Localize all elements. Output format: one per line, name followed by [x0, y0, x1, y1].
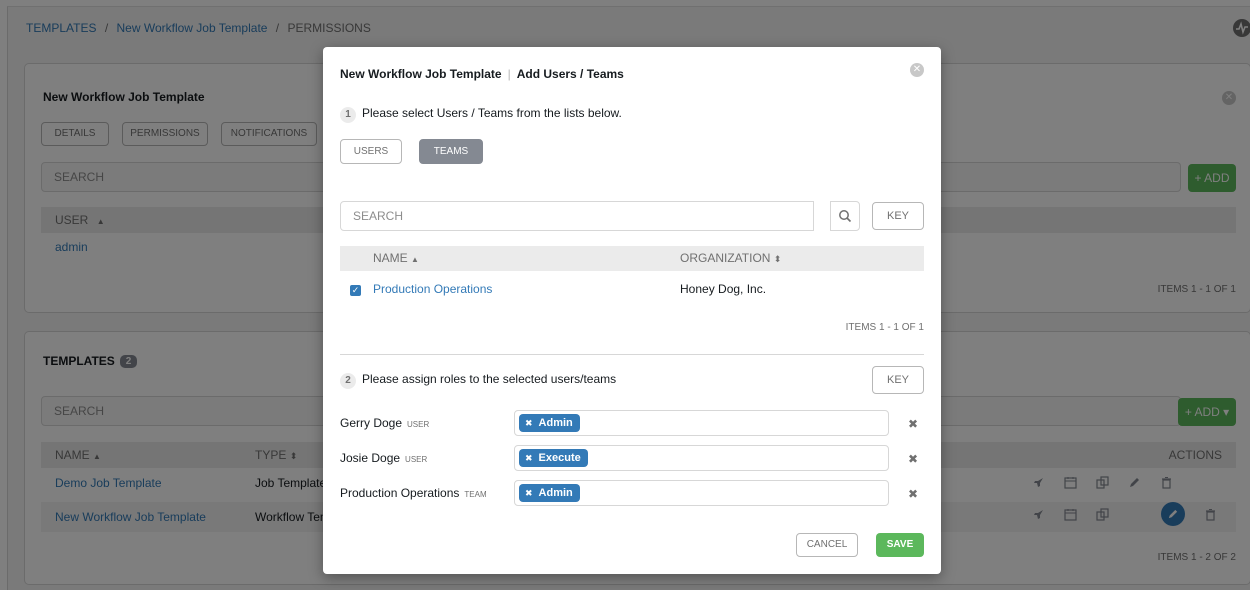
- assignee-type: TEAM: [464, 490, 487, 499]
- tag-remove-icon[interactable]: ✖: [525, 453, 533, 463]
- column-organization[interactable]: ORGANIZATION ⬍: [680, 246, 781, 272]
- tag-remove-icon[interactable]: ✖: [525, 418, 533, 428]
- assignee-label: Josie Doge USER: [340, 451, 427, 465]
- assignee-name: Josie Doge: [340, 451, 401, 465]
- users-toggle[interactable]: USERS: [340, 139, 402, 164]
- search-icon[interactable]: [830, 201, 860, 231]
- column-name[interactable]: NAME ▲: [373, 246, 419, 272]
- close-icon[interactable]: ✕: [910, 63, 924, 77]
- modal-title-sub: Add Users / Teams: [516, 67, 624, 81]
- remove-icon[interactable]: ✖: [908, 417, 918, 431]
- items-count: ITEMS 1 - 1 OF 1: [845, 322, 924, 333]
- role-tag: ✖ Admin: [519, 414, 580, 432]
- key-button[interactable]: KEY: [872, 202, 924, 230]
- assignee-type: USER: [407, 420, 430, 429]
- key-button[interactable]: KEY: [872, 366, 924, 394]
- add-users-teams-modal: New Workflow Job Template | Add Users / Te…: [323, 47, 941, 574]
- divider: [340, 354, 924, 355]
- team-organization: Honey Dog, Inc.: [680, 282, 767, 296]
- role-select[interactable]: ✖ Admin: [514, 480, 889, 506]
- modal-title-main: New Workflow Job Template: [340, 67, 502, 81]
- tag-remove-icon[interactable]: ✖: [525, 488, 533, 498]
- remove-icon[interactable]: ✖: [908, 452, 918, 466]
- save-button[interactable]: SAVE: [876, 533, 924, 557]
- role-select[interactable]: ✖ Execute: [514, 445, 889, 471]
- step-number: 2: [340, 373, 356, 389]
- assignee-label: Production Operations TEAM: [340, 486, 487, 500]
- step-1: 1 Please select Users / Teams from the li…: [340, 106, 622, 123]
- step-1-text: Please select Users / Teams from the lis…: [362, 106, 622, 120]
- assignee-name: Production Operations: [340, 486, 460, 500]
- row-checkbox[interactable]: ✓: [350, 285, 361, 296]
- team-link[interactable]: Production Operations: [373, 282, 492, 296]
- role-tag: ✖ Execute: [519, 449, 588, 467]
- assignee-type: USER: [405, 455, 428, 464]
- step-number: 1: [340, 107, 356, 123]
- remove-icon[interactable]: ✖: [908, 487, 918, 501]
- modal-title: New Workflow Job Template | Add Users / Te…: [340, 67, 624, 81]
- step-2-text: Please assign roles to the selected user…: [362, 372, 617, 386]
- table-header: NAME ▲ ORGANIZATION ⬍: [340, 246, 924, 271]
- cancel-button[interactable]: CANCEL: [796, 533, 858, 557]
- search-input[interactable]: SEARCH: [340, 201, 814, 231]
- assignee-label: Gerry Doge USER: [340, 416, 429, 430]
- teams-toggle[interactable]: TEAMS: [419, 139, 483, 164]
- role-select[interactable]: ✖ Admin: [514, 410, 889, 436]
- assignee-name: Gerry Doge: [340, 416, 403, 430]
- role-tag: ✖ Admin: [519, 484, 580, 502]
- step-2: 2 Please assign roles to the selected use…: [340, 372, 616, 389]
